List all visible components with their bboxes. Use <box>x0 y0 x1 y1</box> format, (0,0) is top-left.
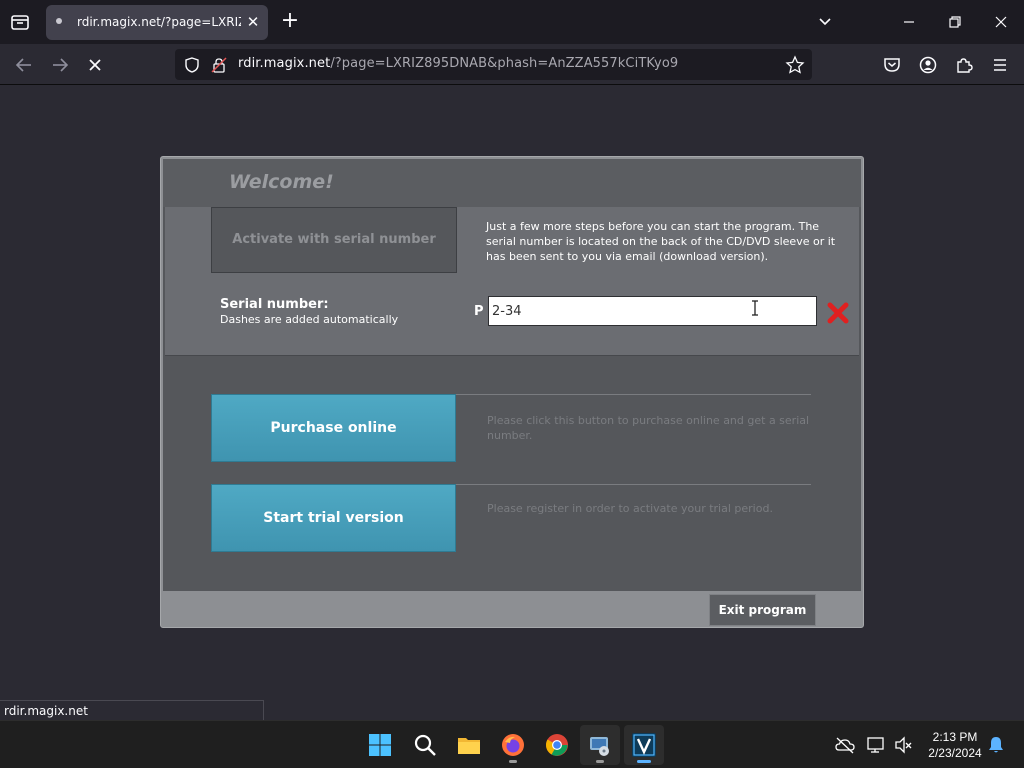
url-text[interactable]: rdir.magix.net/?page=LXRIZ895DNAB&phash=… <box>238 56 678 71</box>
chrome-icon[interactable] <box>537 725 577 765</box>
search-icon[interactable] <box>405 725 445 765</box>
bookmark-star-icon[interactable] <box>785 55 805 79</box>
browser-tab[interactable]: rdir.magix.net/?page=LXRIZ895DNAB&phash=… <box>46 5 268 40</box>
display-icon[interactable] <box>866 735 886 755</box>
serial-number-input[interactable] <box>488 296 817 326</box>
clock-time: 2:13 PM <box>932 730 978 744</box>
close-window-icon[interactable] <box>989 10 1013 34</box>
tab-title: rdir.magix.net/?page=LXRIZ895DNAB&phash=… <box>77 15 241 29</box>
back-icon[interactable] <box>11 52 37 78</box>
status-link-preview: rdir.magix.net <box>0 700 264 721</box>
browser-tab-bar: rdir.magix.net/?page=LXRIZ895DNAB&phash=… <box>0 0 1024 44</box>
vegas-app-icon[interactable] <box>624 725 664 765</box>
stop-loading-icon[interactable] <box>82 52 108 78</box>
divider <box>456 484 811 485</box>
dialog-body: Activate with serial number Just a few m… <box>163 207 861 591</box>
extensions-icon[interactable] <box>951 52 977 78</box>
activation-dialog: Welcome! Activate with serial number Jus… <box>160 156 864 628</box>
minimize-icon[interactable] <box>897 10 921 34</box>
volume-muted-icon[interactable] <box>893 735 913 755</box>
serial-panel: Activate with serial number Just a few m… <box>165 207 859 356</box>
activate-with-serial-tab[interactable]: Activate with serial number <box>211 207 457 273</box>
running-indicator <box>596 760 604 763</box>
file-explorer-icon[interactable] <box>449 725 489 765</box>
start-icon[interactable] <box>360 725 400 765</box>
pocket-icon[interactable] <box>879 52 905 78</box>
tab-list-icon[interactable] <box>8 11 32 33</box>
forward-icon[interactable] <box>47 52 73 78</box>
purchase-online-button[interactable]: Purchase online <box>211 394 456 462</box>
menu-hamburger-icon[interactable] <box>987 52 1013 78</box>
system-clock[interactable]: 2:13 PM 2/23/2024 <box>916 729 994 761</box>
browser-navigation-bar: rdir.magix.net/?page=LXRIZ895DNAB&phash=… <box>0 44 1024 85</box>
serial-number-hint: Dashes are added automatically <box>220 313 399 326</box>
active-window-indicator <box>637 760 651 763</box>
loading-dot-icon <box>56 18 62 24</box>
setup-app-icon[interactable] <box>580 725 620 765</box>
serial-prefix: P <box>474 304 484 319</box>
onedrive-offline-icon[interactable] <box>835 735 855 755</box>
divider <box>456 394 811 395</box>
dialog-header: Welcome! <box>163 159 861 207</box>
running-indicator <box>509 760 517 763</box>
clear-serial-icon[interactable] <box>825 300 851 326</box>
tracking-protection-shield-icon[interactable] <box>183 56 201 78</box>
list-all-tabs-icon[interactable] <box>813 10 837 34</box>
trial-description: Please register in order to activate you… <box>487 502 773 515</box>
start-trial-button[interactable]: Start trial version <box>211 484 456 552</box>
welcome-title: Welcome! <box>229 171 334 193</box>
restore-icon[interactable] <box>943 10 967 34</box>
firefox-icon[interactable] <box>493 725 533 765</box>
close-tab-icon[interactable]: ✕ <box>245 13 261 31</box>
serial-number-label: Serial number: <box>220 297 329 312</box>
clock-date: 2/23/2024 <box>928 746 982 760</box>
account-icon[interactable] <box>915 52 941 78</box>
text-cursor-icon <box>749 299 761 317</box>
new-tab-icon[interactable]: + <box>279 10 301 34</box>
exit-program-button[interactable]: Exit program <box>709 594 816 626</box>
taskbar: 2:13 PM 2/23/2024 <box>0 720 1024 768</box>
address-bar[interactable]: rdir.magix.net/?page=LXRIZ895DNAB&phash=… <box>175 49 812 80</box>
purchase-description: Please click this button to purchase onl… <box>487 414 810 442</box>
insecure-lock-icon[interactable] <box>210 56 228 78</box>
dialog-footer: Exit program <box>163 591 861 627</box>
notification-bell-icon[interactable] <box>986 735 1006 755</box>
activation-info-text: Just a few more steps before you can sta… <box>486 220 836 263</box>
